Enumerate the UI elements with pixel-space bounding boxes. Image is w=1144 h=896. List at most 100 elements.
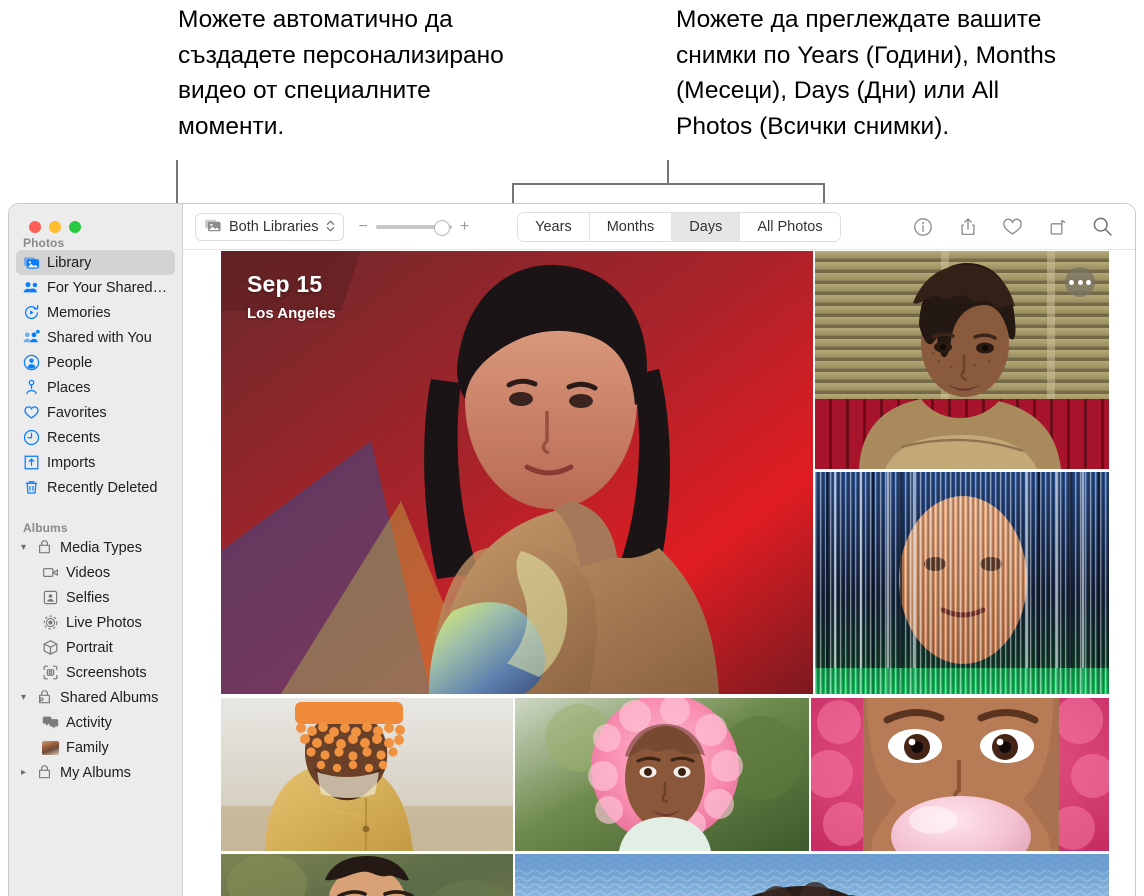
view-mode-segmented-control[interactable]: Years Months Days All Photos [517,211,841,242]
sidebar-item-for-your-shared[interactable]: For Your Shared… [16,275,175,300]
share-icon[interactable] [957,216,978,237]
photo-teen-in-diner-booth[interactable] [815,251,1109,469]
sidebar-item-shared-albums[interactable]: ▾ Shared Albums [16,685,175,710]
sidebar-item-live-photos[interactable]: Live Photos [16,610,175,635]
sidebar-item-library[interactable]: Library [16,250,175,275]
trash-icon [23,479,40,496]
favorite-heart-icon[interactable] [1002,216,1023,237]
sidebar-item-label: For Your Shared… [47,279,168,296]
sidebar-item-label: Screenshots [66,664,147,681]
callout-right-bracket-right [823,183,825,203]
sidebar-section-photos-header: Photos [23,236,65,250]
photo-person-with-orange-beaded-veil[interactable] [221,698,513,851]
sidebar-item-recents[interactable]: Recents [16,425,175,450]
sidebar-item-label: Shared Albums [60,689,159,706]
sidebar-item-people[interactable]: People [16,350,175,375]
import-icon [23,454,40,471]
sidebar-item-portrait[interactable]: Portrait [16,635,175,660]
sidebar-item-selfies[interactable]: Selfies [16,585,175,610]
more-options-icon[interactable] [1065,267,1095,297]
sidebar-item-videos[interactable]: Videos [16,560,175,585]
chevron-updown-icon[interactable] [325,218,336,236]
tab-years[interactable]: Years [518,212,589,241]
zoom-in-label[interactable]: + [460,218,469,236]
sidebar-item-screenshots[interactable]: Screenshots [16,660,175,685]
video-icon [42,564,59,581]
toolbar: Both Libraries − + Years Months Days All [183,204,1135,250]
zoom-slider-thumb[interactable] [433,219,450,236]
library-icon [23,254,40,271]
screenshot-icon [42,664,59,681]
album-icon [36,764,53,781]
info-icon[interactable] [912,216,933,237]
photo-laughing-woman-outdoors[interactable] [221,854,513,896]
minimize-button[interactable] [49,221,61,233]
tab-months[interactable]: Months [588,212,672,241]
zoom-out-label[interactable]: − [358,218,367,236]
library-selector-popup[interactable]: Both Libraries [195,212,345,241]
sidebar-item-label: People [47,354,93,371]
chevron-right-icon[interactable]: ▸ [18,767,29,778]
sidebar-item-label: My Albums [60,764,131,781]
day-location: Los Angeles [247,305,336,322]
photo-grid: Sep 15 Los Angeles [183,251,1135,896]
activity-bubbles-icon [42,714,59,731]
day-date: Sep 15 [247,271,323,297]
thumbnail-zoom-control[interactable]: − + [358,218,469,236]
zoom-slider[interactable] [375,219,452,236]
window-traffic-lights [29,221,81,233]
tab-all-photos[interactable]: All Photos [739,212,840,241]
photo-closeup-bubblegum-pink-hair[interactable] [811,698,1109,851]
sidebar-item-label: Recents [47,429,101,446]
sidebar-item-activity[interactable]: Activity [16,710,175,735]
clock-icon [23,429,40,446]
sidebar-item-label: Activity [66,714,112,731]
shared-album-icon [36,689,53,706]
callout-right-text: Можете да преглеждате вашите снимки по Y… [676,6,1056,140]
sidebar: Photos Library For Your Shared… Memories… [9,204,183,896]
sidebar-section-albums-header: Albums [23,521,68,535]
photos-app-window: Photos Library For Your Shared… Memories… [8,203,1136,896]
zoom-button[interactable] [69,221,81,233]
two-people-icon [23,279,40,296]
sidebar-item-family[interactable]: Family [16,735,175,760]
toolbar-actions [912,216,1135,237]
person-circle-icon [23,354,40,371]
sidebar-item-media-types[interactable]: ▾ Media Types [16,535,175,560]
library-selector-label: Both Libraries [229,218,319,235]
search-icon[interactable] [1092,216,1113,237]
chevron-down-icon[interactable]: ▾ [18,542,29,553]
live-photo-icon [42,614,59,631]
sidebar-item-label: Favorites [47,404,107,421]
sidebar-item-label: Recently Deleted [47,479,158,496]
sidebar-item-my-albums[interactable]: ▸ My Albums [16,760,175,785]
tab-days[interactable]: Days [671,212,740,241]
portrait-cube-icon [42,639,59,656]
close-button[interactable] [29,221,41,233]
sidebar-item-label: Shared with You [47,329,152,346]
photos-library-icon [204,216,222,238]
shared-with-you-icon [23,329,40,346]
chevron-down-icon[interactable]: ▾ [18,692,29,703]
sidebar-item-label: Memories [47,304,111,321]
sidebar-item-label: Selfies [66,589,110,606]
callout-right-bracket-top [512,183,825,185]
day-label: Sep 15 Los Angeles [247,271,336,322]
photo-woman-with-pink-afro-wig[interactable] [515,698,809,851]
sidebar-item-places[interactable]: Places [16,375,175,400]
sidebar-item-recently-deleted[interactable]: Recently Deleted [16,475,175,500]
sidebar-item-favorites[interactable]: Favorites [16,400,175,425]
photo-face-behind-water-fountain[interactable] [815,472,1109,694]
sidebar-item-imports[interactable]: Imports [16,450,175,475]
album-icon [36,539,53,556]
photo-hero-portrait-red-light[interactable]: Sep 15 Los Angeles [221,251,813,694]
selfie-icon [42,589,59,606]
heart-icon [23,404,40,421]
sidebar-item-memories[interactable]: Memories [16,300,175,325]
memories-icon [23,304,40,321]
sidebar-item-label: Library [47,254,92,271]
rotate-icon[interactable] [1047,216,1068,237]
sidebar-item-label: Family [66,739,109,756]
sidebar-item-shared-with-you[interactable]: Shared with You [16,325,175,350]
photo-person-swimming-in-blue-water[interactable] [515,854,1109,896]
